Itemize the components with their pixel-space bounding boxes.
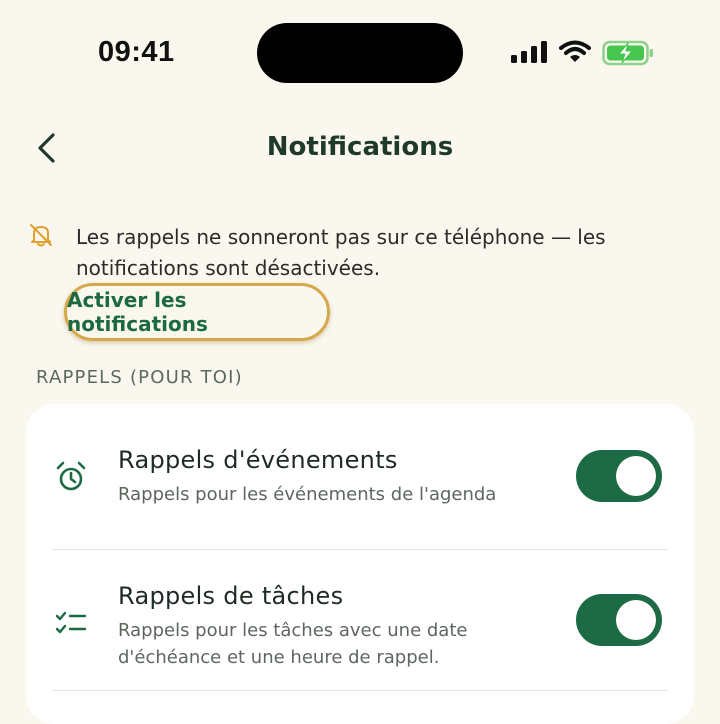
divider [52,690,668,691]
setting-title: Rappels d'événements [118,446,398,474]
setting-event-reminders[interactable]: Rappels d'événements Rappels pour les év… [26,404,694,549]
dynamic-island [257,23,463,83]
checklist-icon [55,611,87,634]
event-reminders-toggle[interactable] [576,450,662,502]
status-bar: 09:41 [0,0,720,100]
setting-description: Rappels pour les tâches avec une date d'… [118,620,468,668]
cellular-signal-icon [511,41,547,63]
toggle-knob [616,600,656,640]
status-time: 09:41 [98,36,175,68]
reminders-card: Rappels d'événements Rappels pour les év… [26,404,694,724]
section-header: RAPPELS (POUR TOI) [36,367,243,388]
task-reminders-toggle[interactable] [576,594,662,646]
bell-off-icon [30,224,52,247]
setting-title: Rappels de tâches [118,582,344,610]
wifi-icon [559,40,591,62]
toggle-knob [616,456,656,496]
setting-task-reminders[interactable]: Rappels de tâches Rappels pour les tâche… [26,550,694,690]
alarm-clock-icon [56,461,86,491]
enable-notifications-link[interactable]: Activer les notifications [64,283,330,341]
setting-description: Rappels pour les événements de l'agenda [118,484,497,505]
page-title: Notifications [266,132,454,162]
notifications-disabled-message: Les rappels ne sonneront pas sur ce télé… [76,225,606,280]
battery-charging-icon [602,40,653,66]
